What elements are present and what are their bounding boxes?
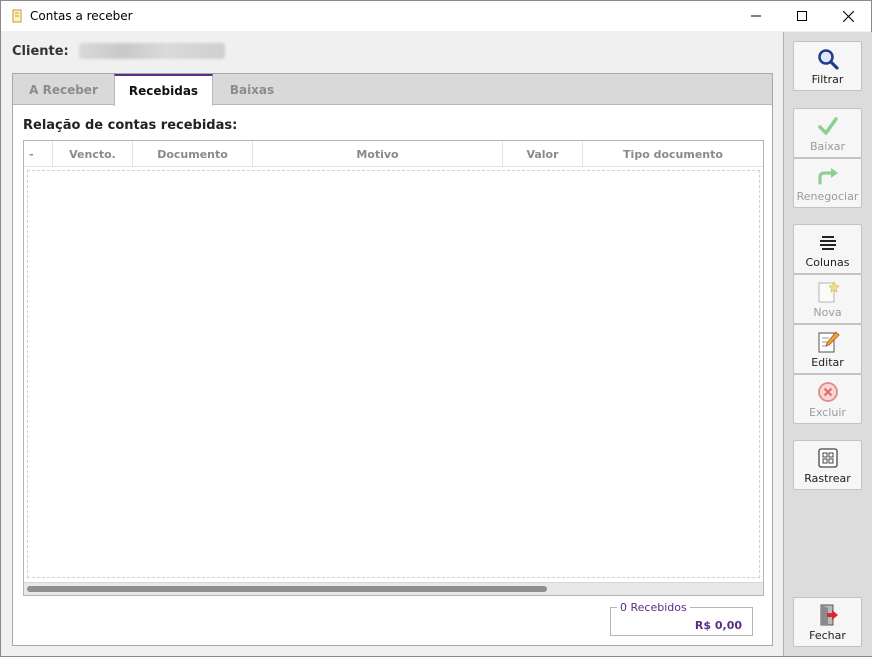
main-area: Cliente: A Receber Recebidas Baixas Rela… bbox=[2, 32, 782, 656]
column-header-documento[interactable]: Documento bbox=[133, 141, 253, 167]
search-icon bbox=[816, 47, 840, 71]
nova-label: Nova bbox=[813, 306, 842, 319]
received-count: 0 Recebidos bbox=[617, 601, 690, 614]
grid-body-empty[interactable] bbox=[27, 170, 760, 578]
column-header-motivo[interactable]: Motivo bbox=[253, 141, 503, 167]
client-value-redacted bbox=[78, 43, 225, 59]
horizontal-scrollbar-thumb[interactable] bbox=[27, 586, 547, 592]
horizontal-scrollbar[interactable] bbox=[24, 582, 763, 595]
nova-button[interactable]: Nova bbox=[793, 274, 862, 324]
excluir-label: Excluir bbox=[809, 406, 846, 419]
tabs-panel: A Receber Recebidas Baixas Relação de co… bbox=[12, 73, 773, 646]
minimize-button[interactable] bbox=[733, 1, 779, 31]
editar-button[interactable]: Editar bbox=[793, 324, 862, 374]
client-label: Cliente: bbox=[12, 43, 69, 59]
renegociar-label: Renegociar bbox=[796, 190, 859, 203]
renegociar-button[interactable]: Renegociar bbox=[793, 158, 862, 208]
column-header-vencto[interactable]: Vencto. bbox=[53, 141, 133, 167]
tab-baixas[interactable]: Baixas bbox=[213, 74, 291, 105]
column-header-valor[interactable]: Valor bbox=[503, 141, 583, 167]
baixar-button[interactable]: Baixar bbox=[793, 108, 862, 158]
tab-recebidas[interactable]: Recebidas bbox=[114, 74, 213, 106]
received-total: R$ 0,00 bbox=[694, 619, 742, 632]
checkmark-icon bbox=[816, 114, 840, 138]
fechar-label: Fechar bbox=[809, 629, 846, 642]
column-header-select[interactable]: - bbox=[24, 141, 53, 167]
track-icon bbox=[816, 446, 840, 470]
section-title: Relação de contas recebidas: bbox=[23, 118, 238, 133]
excluir-button[interactable]: Excluir bbox=[793, 374, 862, 424]
contas-a-receber-window: Contas a receber Cliente: A Receber Rece… bbox=[0, 0, 872, 657]
filtrar-label: Filtrar bbox=[811, 73, 844, 86]
edit-pencil-icon bbox=[816, 330, 840, 354]
colunas-label: Colunas bbox=[805, 256, 850, 269]
action-sidebar: Filtrar Baixar Renegociar Colunas Nova E… bbox=[783, 32, 872, 656]
close-button[interactable] bbox=[825, 1, 871, 31]
rastrear-button[interactable]: Rastrear bbox=[793, 440, 862, 490]
app-icon bbox=[12, 9, 22, 23]
columns-icon bbox=[816, 230, 840, 254]
fechar-button[interactable]: Fechar bbox=[793, 597, 862, 647]
close-icon bbox=[842, 10, 854, 22]
minimize-icon bbox=[751, 15, 761, 17]
tab-strip: A Receber Recebidas Baixas bbox=[13, 74, 772, 106]
tab-a-receber[interactable]: A Receber bbox=[13, 74, 114, 105]
exit-door-icon bbox=[816, 603, 840, 627]
colunas-button[interactable]: Colunas bbox=[793, 224, 862, 274]
client-row: Cliente: bbox=[12, 43, 225, 59]
title-bar: Contas a receber bbox=[1, 1, 871, 31]
window-title: Contas a receber bbox=[30, 9, 133, 23]
receivables-grid[interactable]: - Vencto. Documento Motivo Valor Tipo do… bbox=[23, 140, 764, 596]
editar-label: Editar bbox=[811, 356, 844, 369]
filtrar-button[interactable]: Filtrar bbox=[793, 41, 862, 91]
maximize-button[interactable] bbox=[779, 1, 825, 31]
redo-arrow-icon bbox=[816, 164, 840, 188]
new-document-icon bbox=[816, 280, 840, 304]
grid-header: - Vencto. Documento Motivo Valor Tipo do… bbox=[24, 141, 763, 167]
rastrear-label: Rastrear bbox=[804, 472, 851, 485]
summary-box: 0 Recebidos R$ 0,00 bbox=[610, 601, 753, 636]
baixar-label: Baixar bbox=[809, 140, 846, 153]
delete-icon bbox=[816, 380, 840, 404]
maximize-icon bbox=[797, 11, 807, 21]
column-header-tipo-documento[interactable]: Tipo documento bbox=[583, 141, 763, 167]
